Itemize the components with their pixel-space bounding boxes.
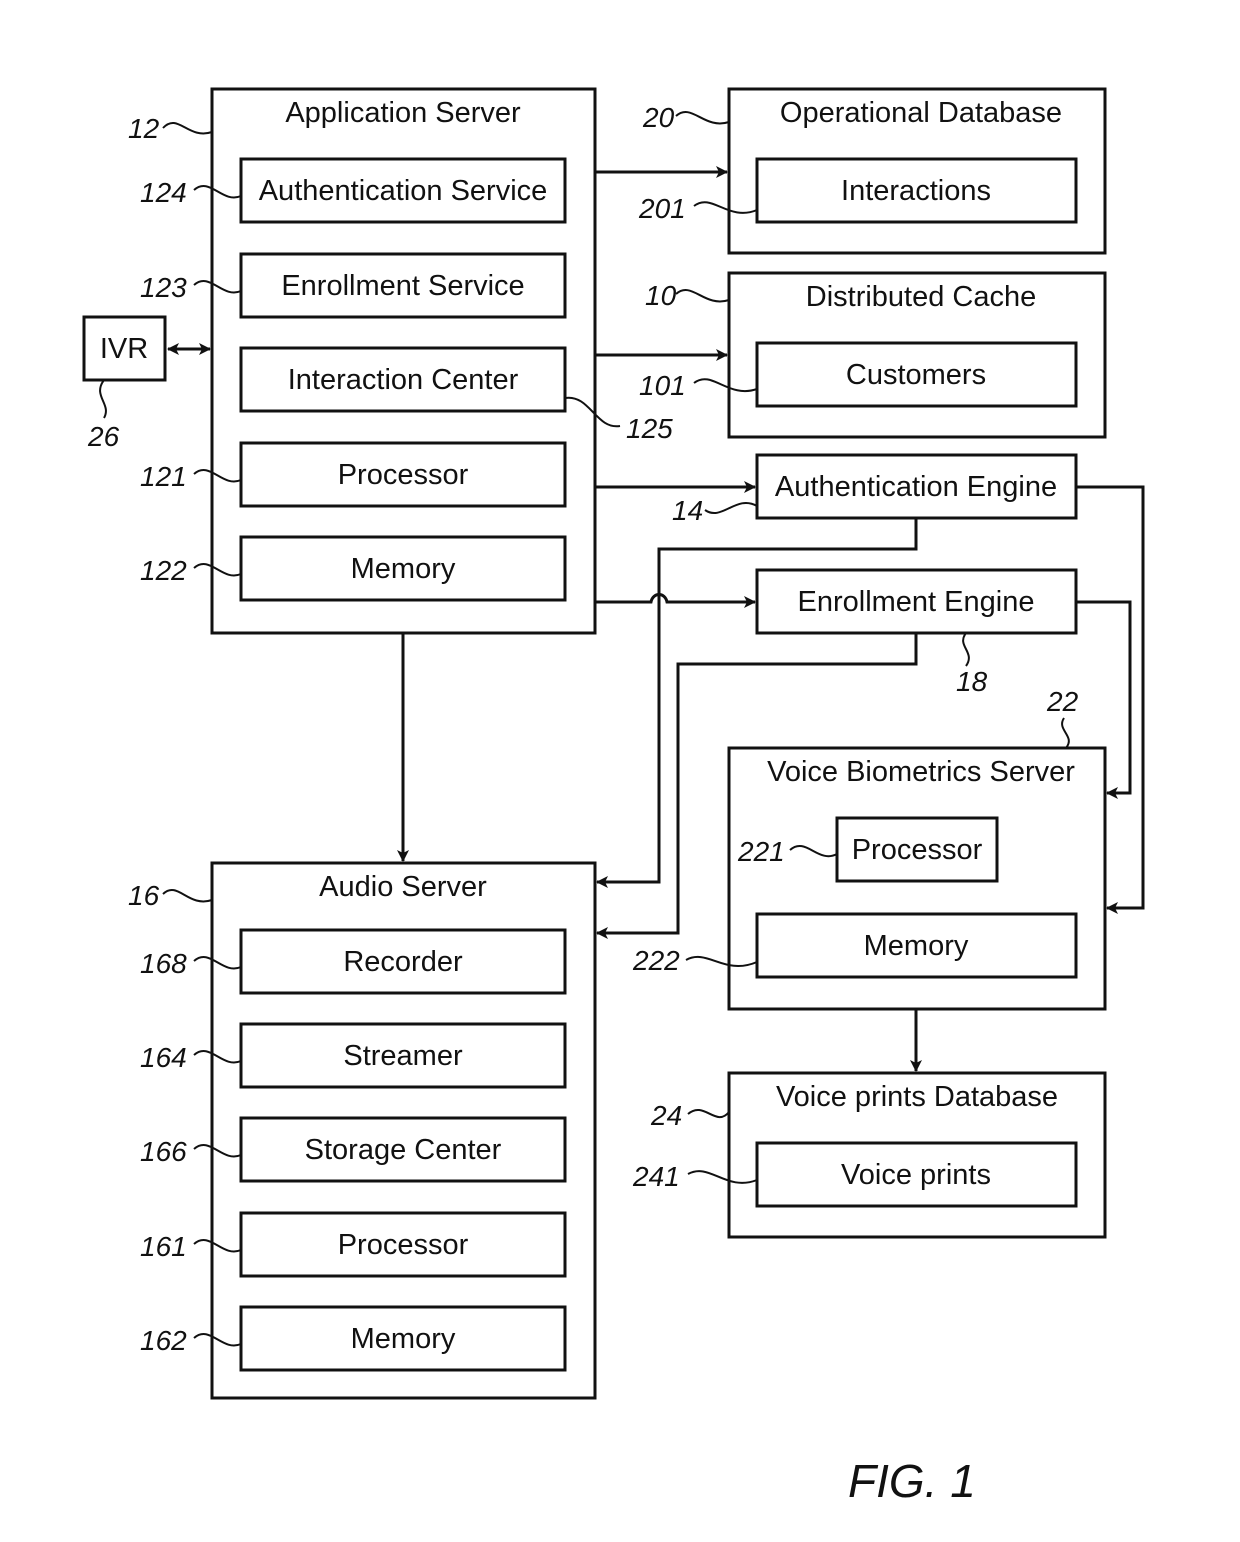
ref-162: 162 [140,1325,187,1356]
voice-prints-database-title: Voice prints Database [776,1081,1058,1113]
ref-164: 164 [140,1042,187,1073]
voice-prints-database-block: Voice prints Database 24 Voice prints 24… [632,1071,1107,1239]
ivr-block: IVR 26 [82,315,167,452]
ref-122: 122 [140,555,187,586]
distributed-cache-title: Distributed Cache [806,281,1037,313]
ref-168: 168 [140,948,187,979]
audio-memory-label: Memory [351,1323,456,1355]
app-to-enroll-engine-arrow [595,593,756,608]
leader-18 [962,632,970,667]
ref-221: 221 [737,836,785,867]
leader-16 [162,889,213,903]
voice-biometrics-server-block: Voice Biometrics Server 22 Processor 221… [632,686,1107,1011]
ref-166: 166 [140,1136,187,1167]
leader-14 [704,502,758,514]
figure-caption: FIG. 1 [848,1455,976,1507]
recorder-label: Recorder [343,946,463,978]
audio-server-block: Audio Server 16 Recorder 168 Streamer 16… [128,861,597,1400]
app-memory-block: Memory 122 [140,535,567,602]
application-server-block: Application Server 12 Authentication Ser… [128,87,673,635]
ref-222: 222 [632,945,680,976]
ref-124: 124 [140,177,187,208]
ref-18: 18 [956,666,988,697]
ivr-label: IVR [100,333,148,365]
storage-center-label: Storage Center [305,1134,502,1166]
ref-16: 16 [128,880,160,911]
ref-10: 10 [645,280,677,311]
authentication-engine-label: Authentication Engine [775,471,1057,503]
ref-161: 161 [140,1231,187,1262]
operational-database-title: Operational Database [780,97,1062,129]
ref-125: 125 [626,413,673,444]
recorder-block: Recorder 168 [140,928,567,995]
audio-memory-block: Memory 162 [140,1305,567,1372]
leader-12 [162,121,213,135]
vb-memory-label: Memory [864,930,969,962]
enrollment-service-label: Enrollment Service [281,270,524,302]
ref-24: 24 [650,1100,682,1131]
enrollment-service-block: Enrollment Service 123 [140,252,567,319]
audio-processor-label: Processor [338,1229,469,1261]
audio-processor-block: Processor 161 [140,1211,567,1278]
audio-server-title: Audio Server [319,871,487,903]
ref-123: 123 [140,272,187,303]
ref-22: 22 [1046,686,1079,717]
voice-biometrics-server-title: Voice Biometrics Server [767,756,1075,788]
app-processor-block: Processor 121 [140,441,567,508]
leader-20 [675,111,730,125]
ref-101: 101 [639,370,686,401]
ref-12: 12 [128,113,160,144]
streamer-block: Streamer 164 [140,1022,567,1089]
ref-20: 20 [642,102,675,133]
enrollment-engine-label: Enrollment Engine [798,586,1035,618]
app-processor-label: Processor [338,459,469,491]
ref-26: 26 [87,421,120,452]
streamer-label: Streamer [343,1040,463,1072]
ref-14: 14 [672,495,703,526]
ref-241: 241 [632,1161,680,1192]
application-server-title: Application Server [285,97,521,129]
system-diagram: Application Server 12 Authentication Ser… [82,87,1145,1507]
customers-label: Customers [846,359,986,391]
ref-201: 201 [638,193,686,224]
ref-121: 121 [140,461,187,492]
leader-10 [675,289,730,303]
interactions-label: Interactions [841,175,991,207]
app-memory-label: Memory [351,553,456,585]
voice-prints-label: Voice prints [841,1159,991,1191]
leader-22 [1061,717,1070,749]
authentication-engine-block: Authentication Engine 14 [672,453,1078,526]
vb-processor-label: Processor [852,834,983,866]
leader-26 [99,379,107,419]
authentication-service-label: Authentication Service [259,175,548,207]
authentication-service-block: Authentication Service 124 [140,157,567,224]
interaction-center-label: Interaction Center [288,364,519,396]
leader-24 [687,1108,730,1119]
storage-center-block: Storage Center 166 [140,1116,567,1183]
